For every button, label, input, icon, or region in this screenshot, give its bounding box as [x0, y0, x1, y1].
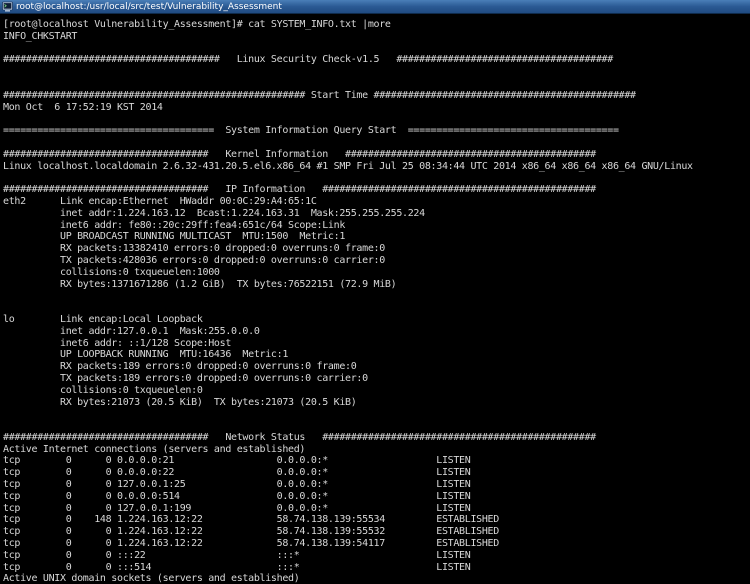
terminal-line: tcp 0 0 0.0.0.0:21 0.0.0.0:* LISTEN: [3, 455, 471, 467]
terminal-line: inet addr:1.224.163.12 Bcast:1.224.163.3…: [3, 207, 425, 219]
terminal-line: Active Internet connections (servers and…: [3, 443, 306, 455]
terminal-line: Active UNIX domain sockets (servers and …: [3, 573, 300, 584]
terminal-line: tcp 0 0 :::22 :::* LISTEN: [3, 549, 471, 561]
terminal-line: UP BROADCAST RUNNING MULTICAST MTU:1500 …: [3, 231, 346, 243]
terminal-line: tcp 0 0 :::514 :::* LISTEN: [3, 561, 471, 573]
terminal-line: RX packets:13382410 errors:0 dropped:0 o…: [3, 243, 385, 255]
terminal-line: tcp 0 148 1.224.163.12:22 58.74.138.139:…: [3, 514, 499, 526]
terminal-line: collisions:0 txqueuelen:0: [3, 384, 203, 396]
terminal-line: lo Link encap:Local Loopback: [3, 313, 203, 325]
terminal-line: RX packets:189 errors:0 dropped:0 overru…: [3, 361, 357, 373]
terminal-line: TX packets:428036 errors:0 dropped:0 ove…: [3, 254, 385, 266]
terminal-line: inet addr:127.0.0.1 Mask:255.0.0.0: [3, 325, 260, 337]
terminal-line: Mon Oct 6 17:52:19 KST 2014: [3, 101, 163, 113]
terminal-line: #################################### Net…: [3, 431, 596, 443]
terminal-line: inet6 addr: fe80::20c:29ff:fea4:651c/64 …: [3, 219, 346, 231]
terminal-line: ===================================== Sy…: [3, 125, 619, 137]
putty-terminal-icon: [2, 1, 13, 12]
terminal-line: Linux localhost.localdomain 2.6.32-431.2…: [3, 160, 693, 172]
terminal-line: ########################################…: [3, 89, 636, 101]
terminal-line: tcp 0 0 0.0.0.0:514 0.0.0.0:* LISTEN: [3, 490, 471, 502]
terminal-line: TX packets:189 errors:0 dropped:0 overru…: [3, 372, 368, 384]
terminal-line: RX bytes:21073 (20.5 KiB) TX bytes:21073…: [3, 396, 357, 408]
terminal-line: #################################### IP …: [3, 184, 596, 196]
terminal-line: tcp 0 0 127.0.0.1:199 0.0.0.0:* LISTEN: [3, 502, 471, 514]
terminal-line: collisions:0 txqueuelen:1000: [3, 266, 220, 278]
terminal-line: tcp 0 0 127.0.0.1:25 0.0.0.0:* LISTEN: [3, 479, 471, 491]
terminal-line: tcp 0 0 1.224.163.12:22 58.74.138.139:54…: [3, 538, 499, 550]
terminal-output[interactable]: [root@localhost Vulnerability_Assessment…: [3, 19, 748, 584]
window-title: root@localhost:/usr/local/src/test/Vulne…: [16, 1, 282, 12]
window-titlebar[interactable]: root@localhost:/usr/local/src/test/Vulne…: [0, 0, 750, 14]
terminal-line: ###################################### L…: [3, 54, 613, 66]
terminal-line: RX bytes:1371671286 (1.2 GiB) TX bytes:7…: [3, 278, 397, 290]
terminal-line: inet6 addr: ::1/128 Scope:Host: [3, 337, 232, 349]
terminal-line: #################################### Ker…: [3, 148, 596, 160]
terminal-line: UP LOOPBACK RUNNING MTU:16436 Metric:1: [3, 349, 289, 361]
terminal-window: root@localhost:/usr/local/src/test/Vulne…: [0, 0, 750, 584]
terminal-line: INFO_CHKSTART: [3, 30, 78, 42]
terminal-line: [root@localhost Vulnerability_Assessment…: [3, 19, 391, 30]
terminal-line: tcp 0 0 1.224.163.12:22 58.74.138.139:55…: [3, 526, 499, 538]
terminal-line: tcp 0 0 0.0.0.0:22 0.0.0.0:* LISTEN: [3, 467, 471, 479]
terminal-line: eth2 Link encap:Ethernet HWaddr 00:0C:29…: [3, 195, 317, 207]
